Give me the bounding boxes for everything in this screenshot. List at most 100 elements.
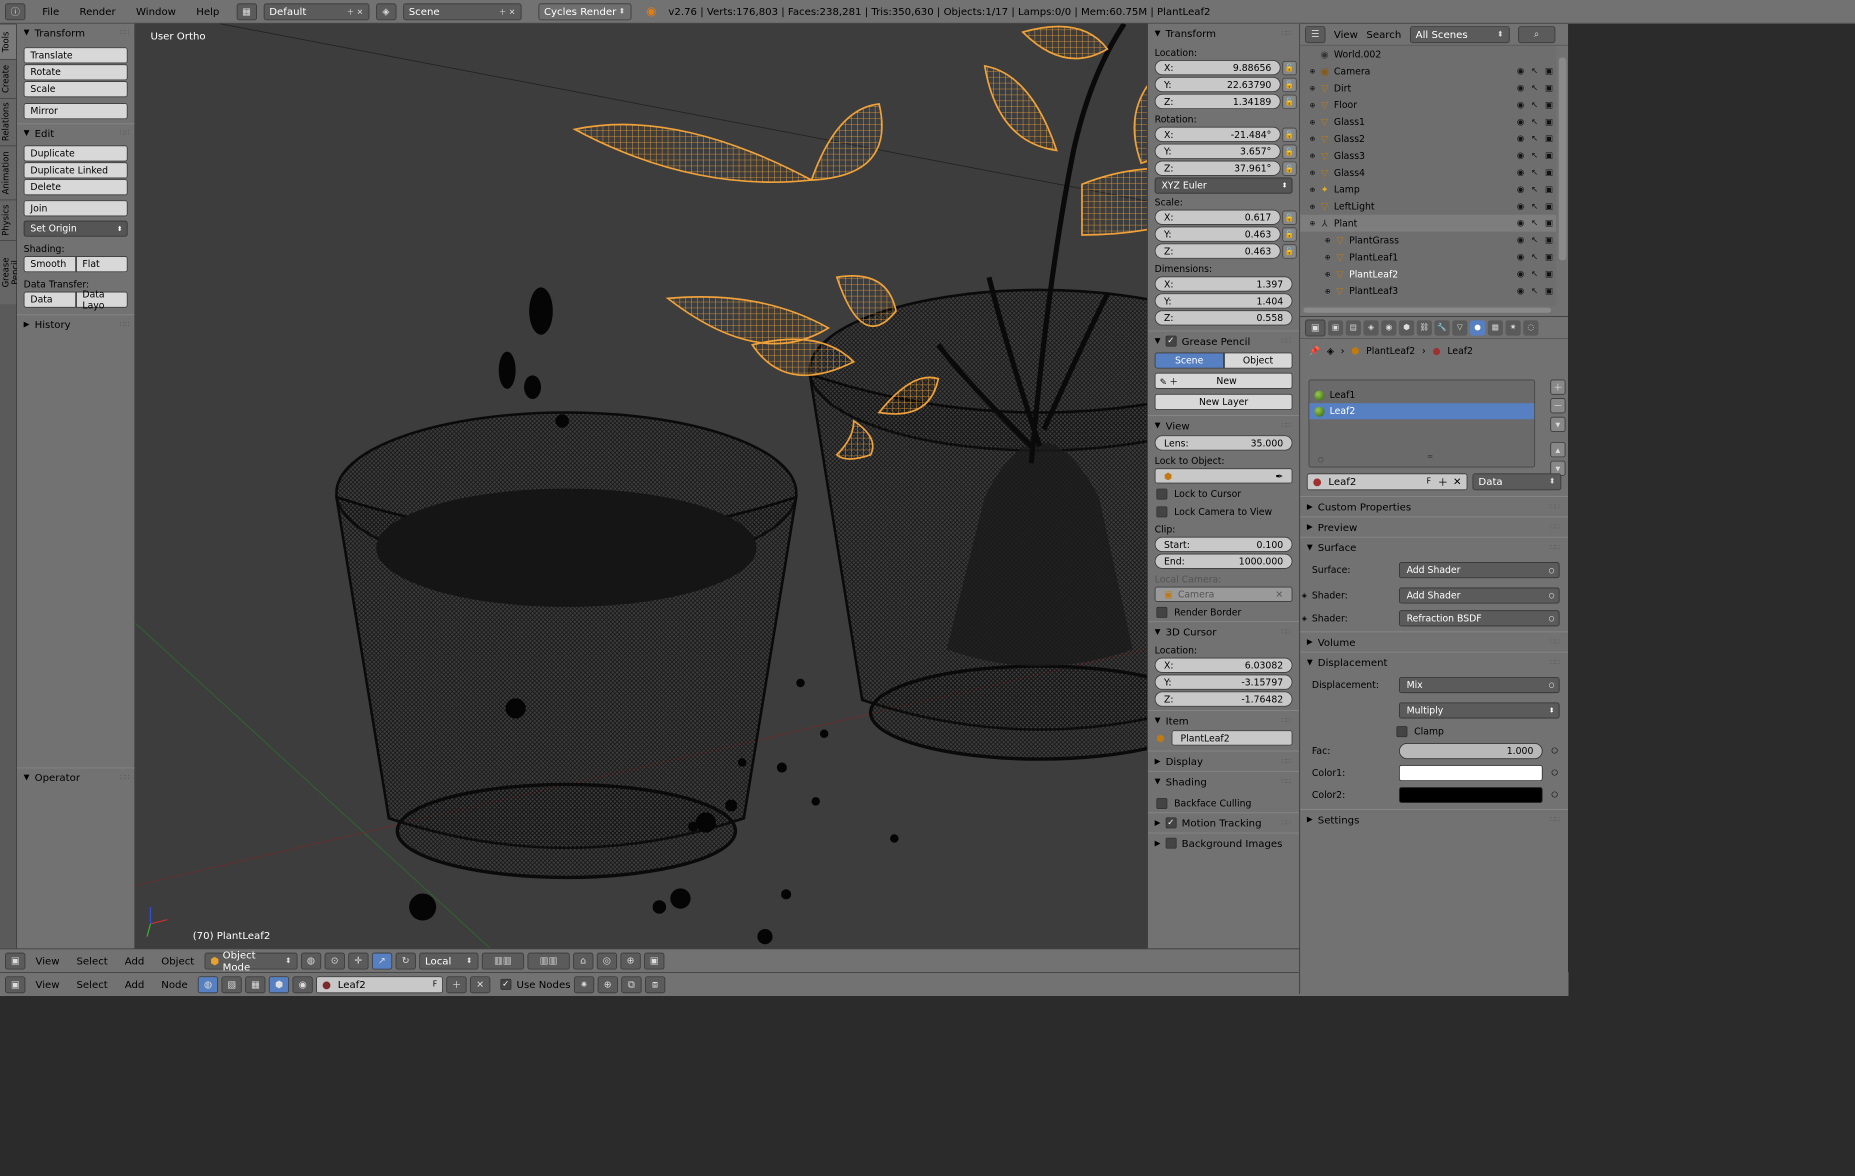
material-slot[interactable]: Leaf2 (1309, 403, 1535, 420)
grip-icon[interactable]: ∷∷ (1281, 757, 1291, 765)
lock-icon[interactable]: 🔓 (1282, 244, 1297, 259)
outliner-row[interactable]: ◉ World.002 (1300, 46, 1556, 63)
camera-render-icon[interactable]: ▣ (1545, 286, 1553, 295)
outliner-item-name[interactable]: Plant (1334, 218, 1357, 229)
outliner-row[interactable]: ⊕ ▽ LeftLight ◉ ↖ ▣ (1300, 198, 1556, 215)
menu-node[interactable]: Node (154, 978, 194, 990)
paste-nodes-icon[interactable]: ⧈ (644, 975, 666, 993)
list-resize-grip-icon[interactable]: ═ (1428, 453, 1433, 461)
eye-icon[interactable]: ◉ (1517, 219, 1524, 228)
set-origin-dropdown[interactable]: Set Origin ⬍ (23, 220, 128, 237)
lock-to-cursor-checkbox[interactable] (1156, 488, 1168, 500)
rotation-x-field[interactable]: X: -21.484° 🔓 (1154, 126, 1297, 143)
material-tab-icon[interactable]: ● (1469, 319, 1486, 336)
scale-x-field[interactable]: X: 0.617 🔓 (1154, 209, 1297, 225)
outliner-item-name[interactable]: Glass2 (1334, 133, 1365, 144)
remove-slot-icon[interactable]: － (1550, 398, 1566, 414)
camera-render-icon[interactable]: ▣ (1545, 269, 1553, 278)
menu-render[interactable]: Render (69, 5, 125, 17)
material-name-field[interactable]: ● Leaf2 F (316, 975, 444, 993)
display-panel-header[interactable]: ▶ Display ∷∷ (1147, 750, 1300, 771)
scene-icon[interactable]: ◈ (375, 2, 397, 20)
outliner-item-name[interactable]: Glass3 (1334, 150, 1365, 161)
lock-icon[interactable]: 🔓 (1282, 60, 1297, 76)
smooth-button[interactable]: Smooth (23, 256, 76, 273)
location-x-field[interactable]: X: 9.88656 🔓 (1154, 60, 1297, 76)
camera-render-icon[interactable]: ▣ (1545, 219, 1553, 228)
modifiers-tab-icon[interactable]: 🔧 (1434, 319, 1450, 336)
grip-icon[interactable]: ∷∷ (1281, 777, 1291, 785)
outliner-row[interactable]: ⊕ ▽ PlantGrass ◉ ↖ ▣ (1300, 232, 1556, 249)
material-slot[interactable]: Leaf1 (1309, 387, 1534, 403)
screen-layout-icon[interactable]: ▦ (236, 2, 257, 20)
outliner-item-name[interactable]: World.002 (1334, 49, 1381, 60)
eye-icon[interactable]: ◉ (1517, 83, 1524, 92)
lens-field[interactable]: Lens: 35.000 (1154, 435, 1293, 451)
edit-panel-header[interactable]: ▼ Edit ∷∷ (16, 123, 135, 142)
outliner-row[interactable]: ⊕ ▽ Dirt ◉ ↖ ▣ (1300, 79, 1556, 96)
3d-viewport[interactable]: User Ortho (70) PlantLeaf2 (135, 23, 1148, 949)
dimension-z-field[interactable]: Z: 0.558 (1154, 310, 1293, 326)
preview-header[interactable]: ▶ Preview ∷∷ (1300, 516, 1569, 536)
grip-icon[interactable]: ∷∷ (120, 773, 130, 781)
grip-icon[interactable]: ∷∷ (1550, 658, 1560, 666)
menu-add[interactable]: Add (118, 955, 151, 967)
eye-icon[interactable]: ◉ (1517, 100, 1524, 109)
layers-icon[interactable]: ▥▥ (481, 952, 524, 970)
object-tab-icon[interactable]: ⬢ (1398, 319, 1415, 336)
editor-type-icon[interactable]: ▣ (5, 952, 26, 970)
outliner-item-name[interactable]: PlantGrass (1349, 235, 1399, 246)
cursor-icon[interactable]: ↖ (1531, 66, 1538, 75)
lock-layers-icon[interactable]: ⌂ (572, 952, 594, 970)
lock-icon[interactable]: 🔓 (1282, 210, 1297, 225)
lock-camera-checkbox[interactable] (1156, 506, 1168, 518)
camera-render-icon[interactable]: ▣ (1545, 100, 1553, 109)
eye-icon[interactable]: ◉ (1517, 134, 1524, 143)
menu-help[interactable]: Help (186, 5, 229, 17)
scene-tab-icon[interactable]: ◈ (1363, 319, 1379, 336)
eye-icon[interactable]: ◉ (1517, 66, 1524, 75)
menu-view[interactable]: View (1334, 28, 1358, 40)
menu-view[interactable]: View (29, 978, 67, 990)
move-up-icon[interactable]: ▴ (1550, 442, 1566, 458)
camera-render-icon[interactable]: ▣ (1545, 185, 1553, 194)
eye-icon[interactable]: ◉ (1517, 269, 1524, 278)
particles-tab-icon[interactable]: ✷ (1505, 319, 1521, 336)
menu-select[interactable]: Select (70, 978, 115, 990)
menu-add[interactable]: Add (118, 978, 151, 990)
displacement-dropdown[interactable]: Mix ○ (1398, 676, 1560, 693)
copy-nodes-icon[interactable]: ⧉ (621, 975, 642, 993)
backface-culling-row[interactable]: Backface Culling (1148, 795, 1299, 813)
outliner-item-name[interactable]: Glass1 (1334, 116, 1365, 127)
cursor-icon[interactable]: ↖ (1531, 235, 1538, 244)
eye-icon[interactable]: ◉ (1517, 151, 1524, 160)
cursor-icon[interactable]: ↖ (1531, 100, 1538, 109)
close-icon[interactable]: ✕ (1275, 589, 1283, 600)
clamp-checkbox[interactable] (1396, 725, 1408, 737)
outliner-item-name[interactable]: PlantLeaf2 (1349, 268, 1398, 279)
eye-icon[interactable]: ◉ (1517, 252, 1524, 261)
rotation-z-field[interactable]: Z: 37.961° 🔓 (1154, 160, 1297, 176)
cursor-icon[interactable]: ↖ (1531, 286, 1538, 295)
menu-search[interactable]: Search (1366, 28, 1401, 40)
tab-relations[interactable]: Relations (0, 98, 17, 146)
grip-icon[interactable]: ∷∷ (1550, 503, 1560, 511)
camera-render-icon[interactable]: ▣ (1545, 134, 1553, 143)
render-layers-tab-icon[interactable]: ▤ (1345, 319, 1361, 336)
backdrop-icon[interactable]: ✷ (573, 975, 595, 993)
flat-button[interactable]: Flat (75, 256, 128, 273)
cursor-icon[interactable]: ↖ (1531, 83, 1538, 92)
eyedropper-icon[interactable]: ✒ (1275, 470, 1283, 481)
search-icon[interactable]: ⌕ (1517, 25, 1556, 43)
expand-input-icon[interactable]: ◈ (1302, 614, 1307, 622)
add-slot-icon[interactable]: ＋ (1550, 379, 1566, 395)
outliner-row[interactable]: ⊕ ▽ Glass3 ◉ ↖ ▣ (1300, 147, 1556, 164)
use-nodes-checkbox[interactable] (500, 978, 512, 990)
camera-render-icon[interactable]: ▣ (1545, 151, 1553, 160)
mirror-button[interactable]: Mirror (23, 103, 128, 120)
material-datablock-field[interactable]: ● Leaf2 F ＋ ✕ (1306, 473, 1468, 491)
tab-animation[interactable]: Animation (0, 145, 17, 200)
compositing-nodes-icon[interactable]: ▧ (221, 975, 242, 993)
lock-icon[interactable]: 🔓 (1282, 127, 1297, 143)
delete-button[interactable]: Delete (23, 179, 128, 196)
